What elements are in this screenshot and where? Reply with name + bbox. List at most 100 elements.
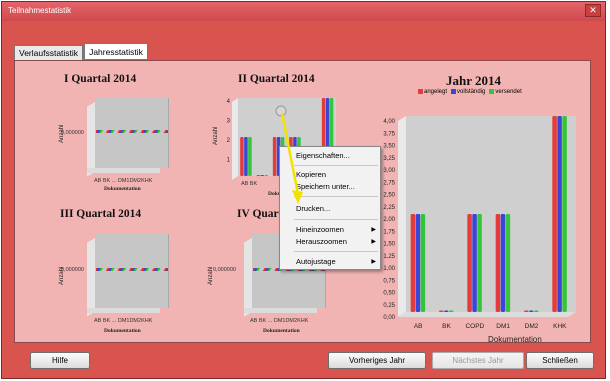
legend-item-angelegt: angelegt bbox=[418, 89, 447, 95]
bar-angelegt-DM1 bbox=[495, 214, 501, 312]
submenu-arrow-icon: ▶ bbox=[371, 259, 376, 265]
chart-q3-empty-bars bbox=[96, 268, 168, 271]
chart-q1-xlabel: Dokumentation bbox=[104, 186, 141, 192]
legend-item-versendet: versendet bbox=[489, 89, 522, 95]
y-tick-label: 2,75 bbox=[383, 180, 395, 186]
next-year-button[interactable]: Nächstes Jahr bbox=[432, 352, 524, 369]
bar-versendet-KHK bbox=[562, 116, 567, 312]
y-tick-label: 3,75 bbox=[383, 131, 395, 137]
previous-year-button[interactable]: Vorheriges Jahr bbox=[328, 352, 426, 369]
bar-angelegt-DM2 bbox=[524, 310, 529, 312]
chart-q3-plot bbox=[87, 234, 169, 317]
legend-item-vollstaendig: vollständig bbox=[451, 89, 485, 95]
x-tick-label: BK bbox=[442, 323, 451, 330]
chart-q4-categories: AB BK ... DM1DM2KHK bbox=[250, 318, 309, 324]
bar-versendet-BK bbox=[449, 310, 454, 312]
x-tick-label: DM1 bbox=[496, 323, 510, 330]
bar-vollständig-BK bbox=[444, 310, 449, 312]
chart-q2-categories: AB BK bbox=[241, 181, 258, 187]
plot-side-wall bbox=[398, 116, 406, 317]
chart-year-xlabel: Dokumentation bbox=[488, 335, 542, 344]
bar-angelegt-BK bbox=[439, 310, 444, 312]
menu-item-autojustage[interactable]: Autojustage ▶ bbox=[280, 256, 380, 268]
submenu-arrow-icon: ▶ bbox=[371, 227, 376, 233]
chart-q1-title: I Quartal 2014 bbox=[64, 73, 137, 85]
chart-q1-empty-bars bbox=[96, 130, 168, 133]
chart-q4-zero-label: 0,000000 bbox=[213, 267, 236, 273]
submenu-arrow-icon: ▶ bbox=[371, 239, 376, 245]
y-tick-label: 4 bbox=[227, 99, 231, 105]
chart-q1-plot bbox=[87, 98, 169, 177]
chart-q2-ylabel: Anzahl bbox=[213, 126, 219, 145]
close-button[interactable]: Schließen bbox=[526, 352, 594, 369]
y-tick-label: 1,25 bbox=[383, 254, 395, 260]
chart-year-plot: 4,00 3,75 3,50 3,25 3,00 2,75 2,50 2,25 2,00 1,75… bbox=[383, 116, 576, 330]
tab-jahresstatistik[interactable]: Jahresstatistik bbox=[84, 43, 148, 59]
plot-background bbox=[406, 116, 576, 312]
y-tick-label: 2,50 bbox=[383, 193, 395, 199]
bar-angelegt-AB bbox=[240, 137, 244, 176]
y-tick-label: 2,25 bbox=[383, 205, 395, 211]
y-tick-label: 1 bbox=[227, 158, 231, 164]
chart-q3-categories: AB BK ... DM1DM2KHK bbox=[94, 318, 153, 324]
bar-versendet-AB bbox=[420, 214, 426, 312]
help-button[interactable]: Hilfe bbox=[30, 352, 90, 369]
y-tick-label: 1,00 bbox=[383, 266, 395, 272]
y-tick-label: 3,50 bbox=[383, 144, 395, 150]
y-tick-label: 3 bbox=[227, 119, 231, 125]
bar-angelegt-BK bbox=[256, 175, 260, 176]
chart-q3-title: III Quartal 2014 bbox=[60, 208, 142, 220]
y-tick-label: 0,25 bbox=[383, 303, 395, 309]
tab-verlaufsstatistik[interactable]: Verlaufsstatistik bbox=[14, 45, 84, 60]
arrow-head-icon bbox=[292, 190, 303, 204]
chart-q4-xlabel: Dokumentation bbox=[263, 328, 300, 334]
bar-vollständig-KHK bbox=[557, 116, 562, 312]
chart-q3-zero-label: 0,000000 bbox=[61, 267, 84, 273]
menu-item-herauszoomen[interactable]: Herauszoomen ▶ bbox=[280, 236, 380, 248]
bar-versendet-DM1 bbox=[505, 214, 511, 312]
bar-vollständig-DM2 bbox=[529, 310, 534, 312]
bar-versendet-AB bbox=[248, 137, 252, 176]
plot-side-wall bbox=[232, 98, 238, 180]
menu-item-hineinzoomen[interactable]: Hineinzoomen ▶ bbox=[280, 224, 380, 236]
chart-q1-categories: AB BK ... DM1DM2KHK bbox=[94, 178, 153, 184]
x-tick-label: AB bbox=[414, 323, 423, 330]
title-bar: Teilnahmestatistik ✕ bbox=[2, 2, 605, 21]
chart-q1-zero-label: 0,000000 bbox=[61, 130, 84, 136]
bar-versendet-COPD bbox=[477, 214, 482, 312]
bar-versendet-BK bbox=[264, 175, 268, 176]
x-tick-label: DM2 bbox=[525, 323, 539, 330]
close-icon[interactable]: ✕ bbox=[585, 4, 601, 17]
y-tick-label: 3,00 bbox=[383, 168, 395, 174]
arrow-shaft bbox=[280, 112, 300, 195]
chart-year-title: Jahr 2014 bbox=[446, 73, 502, 88]
window-title: Teilnahmestatistik bbox=[8, 6, 72, 15]
bar-angelegt-KHK bbox=[552, 116, 557, 312]
chart-q3-xlabel: Dokumentation bbox=[104, 328, 141, 334]
y-tick-label: 4,00 bbox=[383, 119, 395, 125]
cursor-marker-icon bbox=[275, 105, 287, 117]
bar-vollständig-DM1 bbox=[500, 214, 506, 312]
y-tick-label: 0,00 bbox=[383, 315, 395, 321]
chart-q2-title: II Quartal 2014 bbox=[238, 73, 315, 85]
tab-bar: Verlaufsstatistik Jahresstatistik bbox=[14, 43, 149, 60]
y-tick-label: 2,00 bbox=[383, 217, 395, 223]
bar-vollständig-AB bbox=[415, 214, 421, 312]
plot-floor bbox=[398, 312, 576, 317]
y-tick-label: 0,75 bbox=[383, 278, 395, 284]
chart-year-legend: angelegt vollständig versendet bbox=[418, 89, 522, 95]
y-tick-label: 1,75 bbox=[383, 229, 395, 235]
bar-vollständig-COPD bbox=[472, 214, 477, 312]
y-tick-label: 0,50 bbox=[383, 291, 395, 297]
bar-versendet-DM2 bbox=[534, 310, 539, 312]
bar-angelegt-AB bbox=[410, 214, 416, 312]
x-tick-label: KHK bbox=[553, 323, 567, 330]
y-tick-label: 2 bbox=[227, 138, 231, 144]
bar-vollständig-AB bbox=[244, 137, 248, 176]
bar-angelegt-COPD bbox=[467, 214, 472, 312]
x-tick-label: COPD bbox=[465, 323, 484, 330]
menu-separator bbox=[294, 219, 378, 220]
menu-separator bbox=[294, 251, 378, 252]
y-tick-label: 1,50 bbox=[383, 242, 395, 248]
annotation-arrow bbox=[275, 105, 303, 204]
